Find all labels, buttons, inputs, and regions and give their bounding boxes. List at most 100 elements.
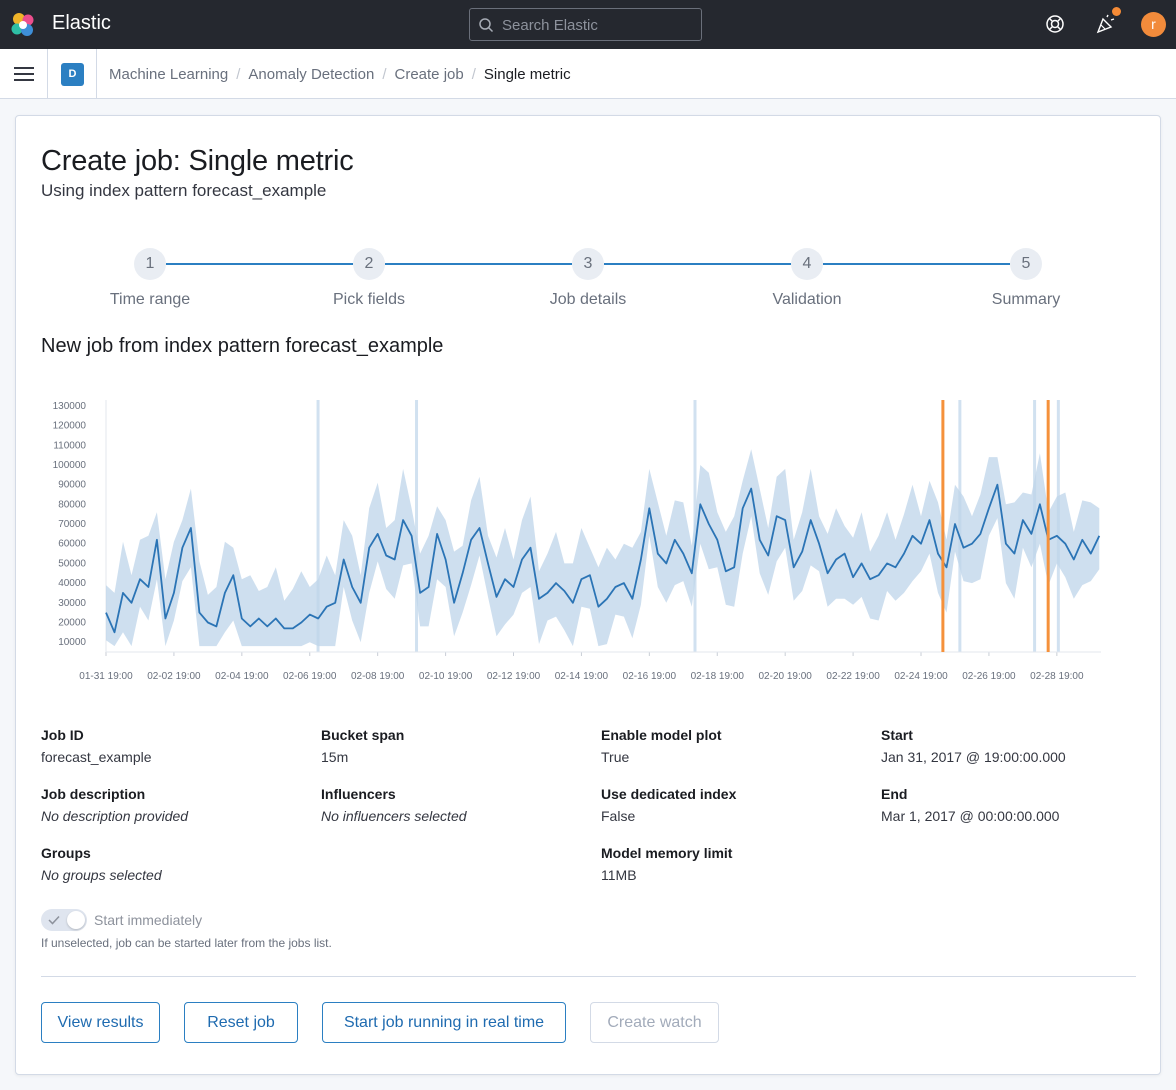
x-tick-label: 02-14 19:00: [555, 671, 609, 682]
breadcrumb-anomaly-detection[interactable]: Anomaly Detection: [248, 66, 374, 83]
breadcrumb-machine-learning[interactable]: Machine Learning: [109, 66, 228, 83]
user-avatar[interactable]: r: [1141, 12, 1166, 37]
step-connector: [385, 263, 572, 265]
end-value: Mar 1, 2017 @ 00:00:00.000: [881, 808, 1060, 824]
y-tick-label: 90000: [58, 480, 86, 491]
job-id-label: Job ID: [41, 727, 84, 743]
y-tick-label: 30000: [58, 598, 86, 609]
single-metric-chart[interactable]: 10000 20000 30000 40000 50000 60000 70000 80000…: [41, 390, 1136, 690]
y-tick-label: 110000: [53, 440, 86, 451]
x-tick-label: 02-20 19:00: [758, 671, 812, 682]
dedicated-index-label: Use dedicated index: [601, 786, 737, 802]
y-tick-label: 40000: [58, 578, 86, 589]
influencers-item: Influencers No influencers selected: [321, 786, 467, 824]
x-tick-label: 02-06 19:00: [283, 671, 337, 682]
end-label: End: [881, 786, 908, 802]
check-icon: [48, 915, 60, 925]
step-4-label[interactable]: Validation: [727, 291, 887, 309]
section-title: New job from index pattern forecast_exam…: [41, 335, 444, 357]
groups-label: Groups: [41, 845, 91, 861]
start-immediately-label[interactable]: Start immediately: [94, 912, 202, 928]
end-item: End Mar 1, 2017 @ 00:00:00.000: [881, 786, 1059, 824]
x-tick-label: 02-04 19:00: [215, 671, 269, 682]
model-plot-item: Enable model plot True: [601, 727, 722, 765]
brand-name[interactable]: Elastic: [52, 12, 111, 35]
model-plot-label: Enable model plot: [601, 727, 722, 743]
anomaly-marker: [941, 400, 945, 652]
step-3-label[interactable]: Job details: [508, 291, 668, 309]
view-results-button[interactable]: View results: [41, 1002, 160, 1043]
space-avatar[interactable]: D: [61, 63, 84, 86]
breadcrumb-separator: /: [382, 66, 387, 83]
reset-job-button[interactable]: Reset job: [184, 1002, 298, 1043]
x-tick-label: 02-24 19:00: [894, 671, 948, 682]
breadcrumb: Machine Learning / Anomaly Detection / Creat…: [109, 66, 571, 83]
search-icon: [479, 18, 494, 33]
step-3-number[interactable]: 3: [572, 248, 604, 280]
job-description-item: Job description No description provided: [41, 786, 188, 824]
y-tick-label: 60000: [58, 539, 86, 550]
data-gap-marker: [415, 400, 419, 652]
y-tick-label: 130000: [53, 401, 87, 412]
x-tick-label: 02-18 19:00: [691, 671, 745, 682]
job-description-value: No description provided: [41, 808, 189, 824]
step-5-label[interactable]: Summary: [946, 291, 1106, 309]
help-icon[interactable]: [1045, 14, 1065, 34]
elastic-logo[interactable]: [10, 12, 36, 38]
top-header: Elastic Search Elastic r: [0, 0, 1176, 49]
page-title: Create job: Single metric: [41, 145, 354, 177]
chart-series: [105, 400, 1101, 652]
breadcrumb-separator: /: [471, 66, 476, 83]
x-tick-label: 01-31 19:00: [79, 671, 133, 682]
search-bar[interactable]: Search Elastic: [469, 8, 702, 41]
groups-value: No groups selected: [41, 867, 162, 883]
breadcrumb-create-job[interactable]: Create job: [395, 66, 464, 83]
x-tick-label: 02-08 19:00: [351, 671, 405, 682]
x-tick-label: 02-22 19:00: [826, 671, 880, 682]
job-description-label: Job description: [41, 786, 146, 802]
memory-limit-label: Model memory limit: [601, 845, 733, 861]
step-1-label[interactable]: Time range: [70, 291, 230, 309]
y-tick-label: 50000: [58, 558, 86, 569]
notification-dot: [1112, 7, 1121, 16]
create-watch-button: Create watch: [590, 1002, 719, 1043]
x-tick-label: 02-12 19:00: [487, 671, 541, 682]
influencers-value: No influencers selected: [321, 808, 467, 824]
step-connector: [166, 263, 353, 265]
step-2-number[interactable]: 2: [353, 248, 385, 280]
bucket-span-value: 15m: [321, 749, 349, 765]
step-2-label[interactable]: Pick fields: [289, 291, 449, 309]
bucket-span-label: Bucket span: [321, 727, 405, 743]
y-tick-label: 80000: [58, 499, 86, 510]
page-subtitle: Using index pattern forecast_example: [41, 181, 327, 200]
y-tick-label: 20000: [58, 617, 86, 628]
x-axis-ticks: 01-31 19:00 02-02 19:00 02-04 19:00 02-06 1…: [79, 652, 1084, 682]
newsfeed-icon[interactable]: [1095, 13, 1117, 35]
y-tick-label: 10000: [58, 637, 86, 648]
groups-item: Groups No groups selected: [41, 845, 162, 883]
dedicated-index-value: False: [601, 808, 636, 824]
anomaly-marker: [1046, 400, 1050, 652]
x-tick-label: 02-26 19:00: [962, 671, 1016, 682]
menu-icon[interactable]: [14, 66, 34, 82]
x-tick-label: 02-28 19:00: [1030, 671, 1084, 682]
divider: [47, 49, 48, 99]
step-4-number[interactable]: 4: [791, 248, 823, 280]
start-realtime-button[interactable]: Start job running in real time: [322, 1002, 566, 1043]
y-tick-label: 70000: [58, 519, 86, 530]
bucket-span-item: Bucket span 15m: [321, 727, 404, 765]
divider: [41, 976, 1136, 977]
breadcrumb-bar: D Machine Learning / Anomaly Detection / Cre…: [0, 49, 1176, 99]
model-plot-value: True: [601, 749, 630, 765]
step-5-number[interactable]: 5: [1010, 248, 1042, 280]
breadcrumb-single-metric: Single metric: [483, 66, 571, 83]
search-input[interactable]: Search Elastic: [502, 17, 598, 34]
x-tick-label: 02-02 19:00: [147, 671, 201, 682]
step-connector: [823, 263, 1010, 265]
dedicated-index-item: Use dedicated index False: [601, 786, 736, 824]
start-immediately-toggle[interactable]: [41, 909, 87, 931]
breadcrumb-separator: /: [236, 66, 241, 83]
step-1-number[interactable]: 1: [134, 248, 166, 280]
toggle-knob: [67, 911, 85, 929]
start-immediately-help: If unselected, job can be started later …: [41, 936, 332, 950]
